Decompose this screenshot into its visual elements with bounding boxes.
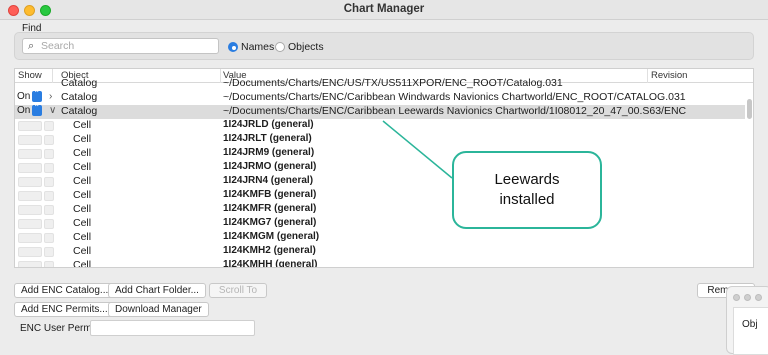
- annotation-line-1: Leewards: [494, 171, 560, 188]
- add-enc-catalog-button[interactable]: Add ENC Catalog...: [14, 283, 116, 298]
- show-toggle-disabled: [18, 163, 56, 173]
- show-popup-value: On: [17, 105, 31, 116]
- value-cell: 1I24JRN4 (general): [223, 175, 314, 186]
- radio-objects-label: Objects: [288, 41, 324, 53]
- table-row-cell[interactable]: Cell 1I24KMH2 (general): [15, 245, 745, 259]
- value-cell: 1I24JRM9 (general): [223, 147, 315, 158]
- table-row-cell[interactable]: Cell 1I24JRLD (general): [15, 119, 745, 133]
- window-title: Chart Manager: [343, 3, 425, 15]
- object-cell: Cell: [73, 133, 92, 145]
- show-toggle-disabled: [18, 191, 56, 201]
- table-row-cell[interactable]: Cell 1I24KMFB (general): [15, 189, 745, 203]
- annotation-callout: Leewards installed: [452, 151, 602, 229]
- show-toggle-disabled: [18, 233, 56, 243]
- show-toggle-disabled: [18, 219, 56, 229]
- show-toggle-disabled: [18, 135, 56, 145]
- table-row-cell[interactable]: Cell 1I24JRLT (general): [15, 133, 745, 147]
- radio-objects-button[interactable]: [275, 42, 285, 52]
- radio-names-label: Names: [241, 41, 275, 53]
- show-popup[interactable]: On: [17, 89, 43, 102]
- scroll-to-button[interactable]: Scroll To: [209, 283, 267, 298]
- table-scrollbar[interactable]: [747, 99, 752, 119]
- search-icon: ⌕: [28, 40, 35, 52]
- background-window[interactable]: Obj: [726, 286, 768, 355]
- object-cell: Cell: [73, 231, 92, 243]
- table-row-catalog[interactable]: Catalog ~/Documents/Charts/ENC/US/TX/US51…: [15, 77, 745, 91]
- value-cell: 1I24KMFB (general): [223, 189, 317, 200]
- radio-names-button[interactable]: [228, 42, 238, 52]
- show-toggle-disabled: [18, 149, 56, 159]
- value-cell: 1I24KMGM (general): [223, 231, 320, 242]
- table-row-catalog[interactable]: On ∨ Catalog ~/Documents/Charts/ENC/Caribbe…: [15, 103, 745, 119]
- download-manager-button[interactable]: Download Manager: [108, 302, 209, 317]
- enc-user-permit-label: ENC User Permit:: [20, 323, 100, 334]
- background-window-content: Obj: [733, 307, 768, 355]
- value-cell: ~/Documents/Charts/ENC/US/TX/US511XPOR/E…: [223, 77, 563, 89]
- show-popup[interactable]: On: [17, 103, 43, 116]
- value-cell: 1I24KMH2 (general): [223, 245, 316, 256]
- show-popup-value: On: [17, 91, 31, 102]
- search-field[interactable]: ⌕: [22, 38, 219, 54]
- popup-stepper-icon: [32, 89, 43, 102]
- object-cell: Cell: [73, 175, 92, 187]
- object-cell: Cell: [73, 245, 92, 257]
- show-toggle-disabled: [18, 121, 56, 131]
- value-cell: 1I24KMG7 (general): [223, 217, 317, 228]
- disclosure-collapsed-icon[interactable]: ›: [49, 91, 52, 102]
- radio-objects[interactable]: Objects: [275, 41, 324, 53]
- mini-close-dot: [733, 294, 740, 301]
- value-cell: 1I24JRLD (general): [223, 119, 314, 130]
- table-row-cell[interactable]: Cell 1I24KMFR (general): [15, 203, 745, 217]
- enc-user-permit-input[interactable]: [90, 320, 255, 336]
- catalog-table: Show Object Value Revision Catalog ~/Docu…: [14, 68, 754, 268]
- object-cell: Cell: [73, 161, 92, 173]
- add-chart-folder-button[interactable]: Add Chart Folder...: [108, 283, 206, 298]
- object-cell: Cell: [73, 119, 92, 131]
- object-cell: Cell: [73, 259, 92, 268]
- show-toggle-disabled: [18, 261, 56, 267]
- table-row-cell[interactable]: Cell 1I24JRM9 (general): [15, 147, 745, 161]
- table-row-cell[interactable]: Cell 1I24KMHH (general): [15, 259, 745, 268]
- table-row-cell[interactable]: Cell 1I24KMGM (general): [15, 231, 745, 245]
- show-toggle-disabled: [18, 177, 56, 187]
- object-cell: Cell: [73, 189, 92, 201]
- value-cell: 1I24KMFR (general): [223, 203, 317, 214]
- object-cell: Cell: [73, 217, 92, 229]
- show-toggle-disabled: [18, 205, 56, 215]
- object-cell: Cell: [73, 203, 92, 215]
- table-row-cell[interactable]: Cell 1I24JRMO (general): [15, 161, 745, 175]
- value-cell: ~/Documents/Charts/ENC/Caribbean Windwar…: [223, 91, 686, 103]
- value-cell: 1I24JRMO (general): [223, 161, 317, 172]
- value-cell: 1I24KMHH (general): [223, 259, 318, 268]
- mini-min-dot: [744, 294, 751, 301]
- search-input[interactable]: [41, 40, 211, 52]
- object-cell: Cell: [73, 147, 92, 159]
- background-window-text: Obj: [742, 319, 758, 330]
- object-cell: Catalog: [61, 105, 98, 117]
- chart-manager-window: Chart Manager Find ⌕ Names Objects Show …: [0, 0, 768, 355]
- object-cell: Catalog: [61, 91, 98, 103]
- disclosure-expanded-icon[interactable]: ∨: [49, 105, 56, 116]
- mini-zoom-dot: [755, 294, 762, 301]
- table-row-cell[interactable]: Cell 1I24JRN4 (general): [15, 175, 745, 189]
- table-row-cell[interactable]: Cell 1I24KMG7 (general): [15, 217, 745, 231]
- popup-stepper-icon: [32, 103, 43, 116]
- value-cell: ~/Documents/Charts/ENC/Caribbean Leeward…: [223, 105, 687, 117]
- annotation-line-2: installed: [499, 191, 555, 208]
- title-bar: Chart Manager: [0, 0, 768, 20]
- object-cell: Catalog: [61, 77, 98, 89]
- value-cell: 1I24JRLT (general): [223, 133, 312, 144]
- add-enc-permits-button[interactable]: Add ENC Permits...: [14, 302, 115, 317]
- table-row-catalog[interactable]: On › Catalog ~/Documents/Charts/ENC/Caribbe…: [15, 89, 745, 105]
- show-toggle-disabled: [18, 247, 56, 257]
- radio-names[interactable]: Names: [228, 41, 274, 53]
